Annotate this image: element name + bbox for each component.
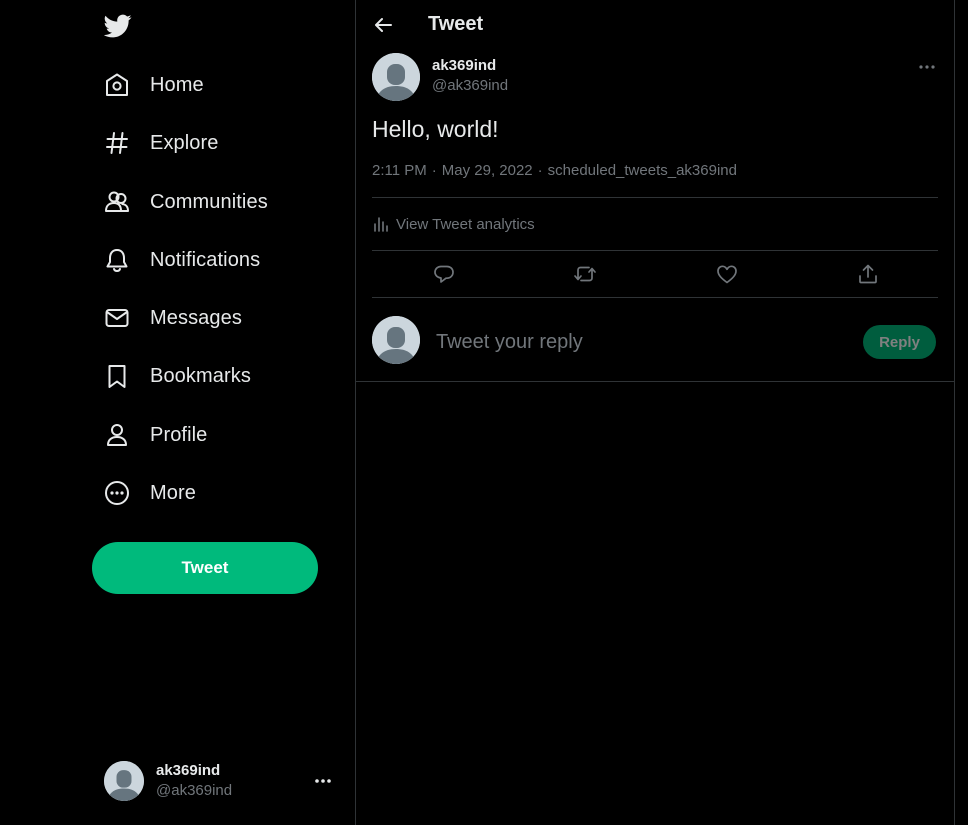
nav-item-messages[interactable]: Messages <box>104 298 242 338</box>
ellipsis-icon[interactable] <box>312 770 334 792</box>
tweet-source[interactable]: scheduled_tweets_ak369ind <box>548 162 737 179</box>
share-icon[interactable] <box>856 262 880 286</box>
page-title: Tweet <box>428 13 484 35</box>
nav-item-explore[interactable]: Explore <box>104 123 219 163</box>
more-circle-icon <box>104 480 130 506</box>
account-info: ak369ind @ak369ind <box>156 761 232 801</box>
separator: · <box>537 162 543 179</box>
nav-label-more: More <box>150 481 196 504</box>
twitter-bird-icon[interactable] <box>104 12 132 40</box>
communities-icon <box>104 189 130 215</box>
tweet-metadata: 2:11 PM · May 29, 2022 · scheduled_tweets_ak… <box>372 162 737 179</box>
nav-label-profile: Profile <box>150 423 208 446</box>
tweet-analytics-link[interactable]: View Tweet analytics <box>372 213 535 235</box>
tweet-time[interactable]: 2:11 PM <box>372 162 427 179</box>
tweet-compose-button[interactable]: Tweet <box>92 542 318 594</box>
nav-item-home[interactable]: Home <box>104 65 204 105</box>
nav-label-explore: Explore <box>150 131 219 154</box>
tweet-author: ak369ind @ak369ind <box>372 52 938 102</box>
divider <box>372 297 938 298</box>
nav-item-profile[interactable]: Profile <box>104 415 207 455</box>
nav-label-home: Home <box>150 73 204 96</box>
main-column: Tweet ak369ind @ak369ind Hello, world! 2… <box>355 0 955 825</box>
tweet-date[interactable]: May 29, 2022 <box>442 162 533 179</box>
left-sidebar: Home Explore Communities Notifications M… <box>0 0 355 825</box>
back-arrow-icon[interactable] <box>372 14 394 36</box>
author-handle[interactable]: @ak369ind <box>432 77 508 94</box>
account-switcher[interactable]: ak369ind @ak369ind <box>104 760 334 802</box>
hashtag-icon <box>104 130 130 156</box>
home-icon <box>104 72 130 98</box>
avatar <box>104 761 144 801</box>
reply-input[interactable] <box>434 326 838 358</box>
nav-label-messages: Messages <box>150 306 242 329</box>
account-handle: @ak369ind <box>156 782 233 799</box>
avatar <box>372 316 420 364</box>
bookmark-icon <box>104 363 130 389</box>
like-icon[interactable] <box>715 262 739 286</box>
author-display-name[interactable]: ak369ind <box>432 57 496 74</box>
nav-label-notifications: Notifications <box>150 248 261 271</box>
nav-label-communities: Communities <box>150 190 268 213</box>
divider <box>372 197 938 198</box>
retweet-icon[interactable] <box>573 262 597 286</box>
person-icon <box>104 422 130 448</box>
nav-item-more[interactable]: More <box>104 473 196 513</box>
account-display-name: ak369ind <box>156 762 221 779</box>
reply-composer: Reply <box>372 316 938 364</box>
divider <box>372 250 938 251</box>
avatar[interactable] <box>372 53 420 101</box>
divider <box>356 381 954 382</box>
reply-button[interactable]: Reply <box>863 325 936 359</box>
separator: · <box>431 162 437 179</box>
nav-label-bookmarks: Bookmarks <box>150 364 251 387</box>
ellipsis-icon[interactable] <box>916 56 938 78</box>
envelope-icon <box>104 305 130 331</box>
tweet-text: Hello, world! <box>372 116 499 142</box>
nav-item-notifications[interactable]: Notifications <box>104 240 260 280</box>
nav-item-bookmarks[interactable]: Bookmarks <box>104 356 251 396</box>
page-header: Tweet <box>356 0 954 50</box>
reply-icon[interactable] <box>432 262 456 286</box>
bell-icon <box>104 247 130 273</box>
nav-item-communities[interactable]: Communities <box>104 182 268 222</box>
analytics-label: View Tweet analytics <box>396 215 535 233</box>
analytics-bars-icon <box>372 215 390 233</box>
